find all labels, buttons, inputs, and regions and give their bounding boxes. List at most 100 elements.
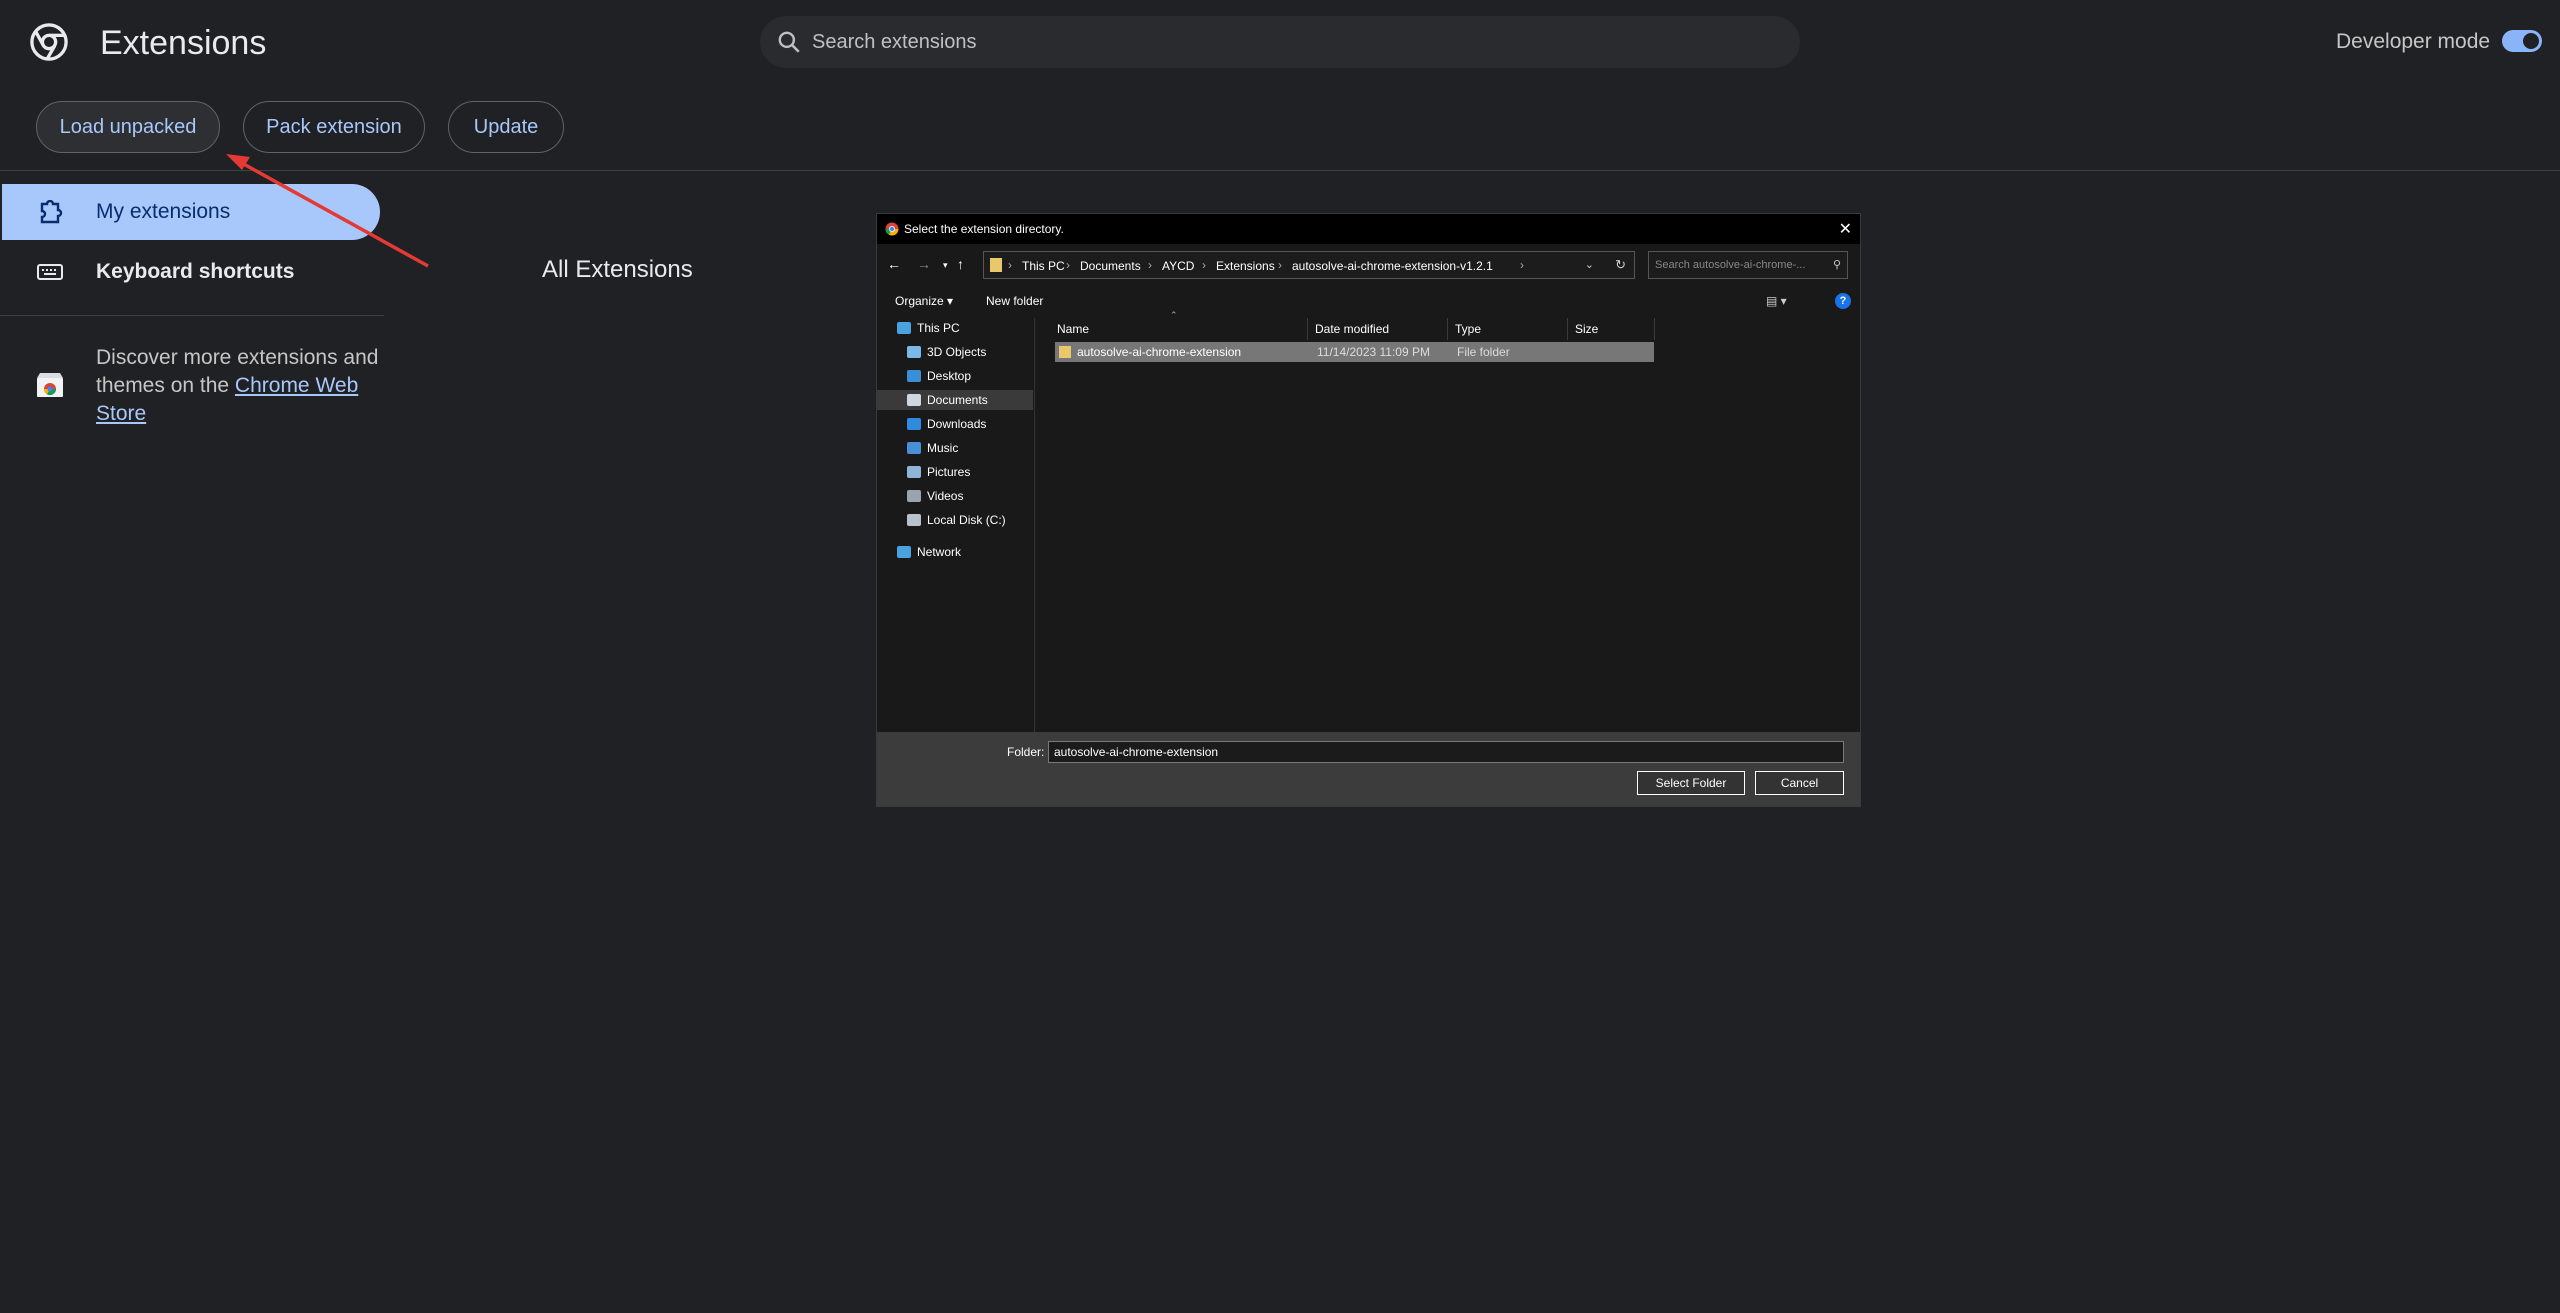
select-folder-button[interactable]: Select Folder xyxy=(1637,771,1745,795)
tree-item-3d-objects[interactable]: 3D Objects xyxy=(907,342,1033,362)
discover-text: Discover more extensions and themes on t… xyxy=(96,344,386,428)
desktop-icon xyxy=(907,370,921,382)
breadcrumb-aycd[interactable]: AYCD xyxy=(1162,259,1194,273)
organize-label: Organize xyxy=(895,294,944,308)
column-header-type[interactable]: Type xyxy=(1455,322,1481,336)
toolbar-divider xyxy=(0,170,2560,171)
dialog-search-box[interactable]: ⚲ xyxy=(1648,251,1848,279)
help-icon[interactable]: ? xyxy=(1835,293,1851,309)
dialog-title-bar: Select the extension directory. ✕ xyxy=(877,214,1860,244)
tree-item-music[interactable]: Music xyxy=(907,438,1033,458)
column-header-name[interactable]: Name xyxy=(1057,322,1089,336)
up-icon[interactable]: ↑ xyxy=(957,256,964,272)
webstore-icon xyxy=(37,373,63,397)
load-unpacked-button[interactable]: Load unpacked xyxy=(36,101,220,153)
navigation-pane: This PC 3D Objects Desktop Documents Dow… xyxy=(877,318,1035,732)
network-icon xyxy=(897,546,911,558)
section-title: All Extensions xyxy=(542,256,693,283)
file-type: File folder xyxy=(1457,345,1510,359)
breadcrumb-separator: › xyxy=(1148,258,1152,272)
tree-item-local-disk[interactable]: Local Disk (C:) xyxy=(907,510,1033,530)
breadcrumb-documents[interactable]: Documents xyxy=(1080,259,1141,273)
tree-item-downloads[interactable]: Downloads xyxy=(907,414,1033,434)
organize-button[interactable]: Organize ▾ xyxy=(895,294,953,308)
3d-objects-icon xyxy=(907,346,921,358)
breadcrumb-current-folder[interactable]: autosolve-ai-chrome-extension-v1.2.1 xyxy=(1292,259,1493,273)
breadcrumb-separator: › xyxy=(1008,258,1012,272)
tree-item-label: Documents xyxy=(927,393,988,407)
tree-item-pictures[interactable]: Pictures xyxy=(907,462,1033,482)
dialog-footer: Folder: Select Folder Cancel xyxy=(877,732,1860,806)
tree-item-videos[interactable]: Videos xyxy=(907,486,1033,506)
sidebar-item-label: My extensions xyxy=(96,200,231,223)
tree-item-label: Desktop xyxy=(927,369,972,383)
tree-item-label: Pictures xyxy=(927,465,971,479)
pack-extension-button[interactable]: Pack extension xyxy=(243,101,425,153)
search-bar[interactable] xyxy=(760,16,1800,68)
file-list-pane: ⌃ Name Date modified Type Size autosolve… xyxy=(1049,310,1859,732)
tree-item-label: Downloads xyxy=(927,417,987,431)
refresh-icon[interactable]: ↻ xyxy=(1615,257,1626,273)
close-icon[interactable]: ✕ xyxy=(1839,219,1852,239)
breadcrumb-separator: › xyxy=(1520,258,1524,272)
folder-icon xyxy=(1059,346,1071,358)
sort-caret-icon: ⌃ xyxy=(1170,310,1178,320)
keyboard-icon xyxy=(37,264,63,280)
column-divider xyxy=(1307,318,1308,340)
column-header-size[interactable]: Size xyxy=(1575,322,1598,336)
tree-item-label: Network xyxy=(917,545,962,559)
table-row[interactable]: autosolve-ai-chrome-extension 11/14/2023… xyxy=(1055,342,1654,362)
update-button[interactable]: Update xyxy=(448,101,564,153)
chrome-small-icon xyxy=(885,222,899,236)
dialog-command-bar: Organize ▾ New folder ▤ ▾ ? xyxy=(877,290,1860,314)
tree-item-label: This PC xyxy=(917,321,960,335)
tree-item-label: 3D Objects xyxy=(927,345,987,359)
column-divider xyxy=(1654,318,1655,340)
tree-item-desktop[interactable]: Desktop xyxy=(907,366,1033,386)
videos-icon xyxy=(907,490,921,502)
cancel-button[interactable]: Cancel xyxy=(1755,771,1844,795)
search-icon xyxy=(778,31,800,53)
breadcrumb-this-pc[interactable]: This PC xyxy=(1022,259,1065,273)
folder-label: Folder: xyxy=(1007,745,1045,759)
tree-item-this-pc[interactable]: This PC xyxy=(897,318,1053,338)
page-title: Extensions xyxy=(100,24,267,62)
header: Extensions Developer mode xyxy=(0,0,2560,86)
back-icon[interactable]: ← xyxy=(887,256,901,272)
sidebar-item-my-extensions[interactable]: My extensions xyxy=(2,184,380,240)
folder-icon xyxy=(990,258,1002,272)
sidebar-divider xyxy=(0,315,384,316)
disk-icon xyxy=(907,514,921,526)
dialog-search-input[interactable] xyxy=(1655,252,1825,278)
tree-item-label: Music xyxy=(927,441,959,455)
developer-mode-label: Developer mode xyxy=(2336,30,2491,53)
tree-item-label: Local Disk (C:) xyxy=(927,513,1006,527)
sidebar-item-label: Keyboard shortcuts xyxy=(96,260,295,283)
column-header-date[interactable]: Date modified xyxy=(1315,322,1389,336)
column-divider xyxy=(1447,318,1448,340)
developer-mode-toggle[interactable] xyxy=(2502,30,2542,52)
address-bar[interactable]: › This PC › Documents › AYCD › Extension… xyxy=(983,251,1635,279)
column-divider xyxy=(1567,318,1568,340)
breadcrumb-separator: › xyxy=(1066,258,1070,272)
new-folder-button[interactable]: New folder xyxy=(986,294,1043,308)
sidebar-item-keyboard-shortcuts[interactable]: Keyboard shortcuts xyxy=(2,244,380,300)
dialog-nav-row: ← → ▾ ↑ › This PC › Documents › AYCD › E… xyxy=(877,250,1860,280)
search-icon: ⚲ xyxy=(1832,259,1841,271)
forward-icon[interactable]: → xyxy=(917,256,931,272)
view-options-icon[interactable]: ▤ ▾ xyxy=(1766,294,1787,308)
breadcrumb-separator: › xyxy=(1278,258,1282,272)
file-name: autosolve-ai-chrome-extension xyxy=(1077,345,1242,359)
search-input[interactable] xyxy=(812,16,1712,68)
address-dropdown-icon[interactable]: ⌄ xyxy=(1585,258,1594,271)
toggle-knob xyxy=(2523,33,2539,49)
pictures-icon xyxy=(907,466,921,478)
tree-item-label: Videos xyxy=(927,489,964,503)
music-icon xyxy=(907,442,921,454)
recent-dropdown-icon[interactable]: ▾ xyxy=(943,260,948,271)
folder-field[interactable] xyxy=(1048,741,1844,763)
breadcrumb-extensions[interactable]: Extensions xyxy=(1216,259,1275,273)
extension-puzzle-icon xyxy=(40,200,63,224)
tree-item-network[interactable]: Network xyxy=(897,542,1053,562)
tree-item-documents[interactable]: Documents xyxy=(877,390,1033,410)
